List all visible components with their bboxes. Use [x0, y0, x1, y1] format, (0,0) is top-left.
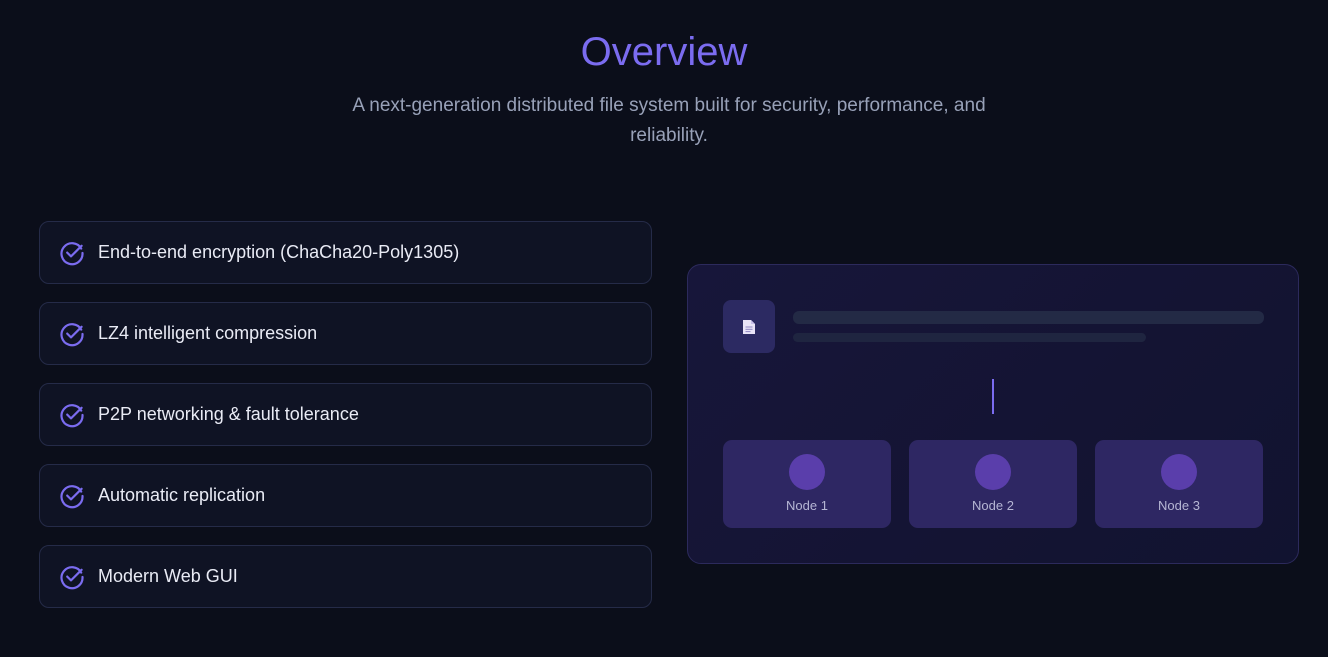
node-label: Node 2 [972, 498, 1014, 513]
connector-line [992, 379, 994, 414]
feature-item-p2p: P2P networking & fault tolerance [39, 383, 652, 446]
architecture-diagram: Node 1 Node 2 Node 3 [687, 264, 1299, 564]
node-label: Node 1 [786, 498, 828, 513]
check-circle-icon [60, 403, 84, 427]
feature-label: LZ4 intelligent compression [98, 323, 318, 343]
feature-label: End-to-end encryption (ChaCha20-Poly1305… [98, 242, 460, 262]
check-circle-icon [60, 565, 84, 589]
feature-label: Automatic replication [98, 485, 266, 505]
feature-list: End-to-end encryption (ChaCha20-Poly1305… [39, 221, 652, 626]
check-circle-icon [60, 241, 84, 265]
file-meta-placeholder [793, 333, 1146, 342]
node-label: Node 3 [1158, 498, 1200, 513]
document-icon [743, 319, 755, 334]
page-subtitle: A next-generation distributed file syste… [352, 95, 986, 146]
feature-item-web-gui: Modern Web GUI [39, 545, 652, 608]
node-dot [1161, 454, 1197, 490]
node-dot [975, 454, 1011, 490]
page-title: Overview [580, 30, 748, 74]
feature-item-replication: Automatic replication [39, 464, 652, 527]
node-card-2: Node 2 [909, 440, 1077, 528]
feature-item-compression: LZ4 intelligent compression [39, 302, 652, 365]
file-icon-box [723, 300, 775, 353]
feature-label: Modern Web GUI [98, 566, 238, 586]
file-name-placeholder [793, 311, 1264, 324]
check-circle-icon [60, 322, 84, 346]
feature-item-encryption: End-to-end encryption (ChaCha20-Poly1305… [39, 221, 652, 284]
node-card-3: Node 3 [1095, 440, 1263, 528]
feature-label: P2P networking & fault tolerance [98, 404, 359, 424]
node-dot [789, 454, 825, 490]
node-card-1: Node 1 [723, 440, 891, 528]
check-circle-icon [60, 484, 84, 508]
